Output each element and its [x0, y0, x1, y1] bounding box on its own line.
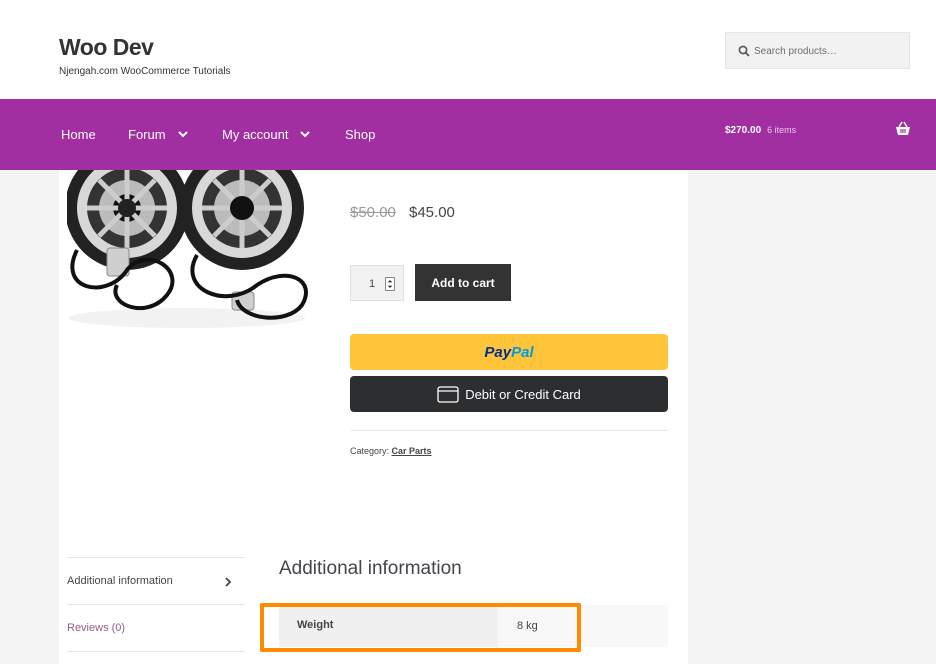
- sale-price: $45.00: [409, 204, 455, 221]
- product-category: Category: Car Parts: [350, 446, 432, 456]
- search-input[interactable]: [754, 42, 904, 60]
- category-link[interactable]: Car Parts: [392, 446, 432, 456]
- nav-item-home[interactable]: Home: [61, 99, 96, 170]
- tab-divider: [67, 651, 245, 652]
- section-title: Additional information: [279, 558, 462, 579]
- nav-item-my-account[interactable]: My account: [222, 99, 311, 170]
- site-description: Njengah.com WooCommerce Tutorials: [59, 66, 231, 77]
- tab-reviews[interactable]: Reviews (0): [67, 622, 125, 634]
- cart-count: 6 items: [767, 125, 797, 135]
- credit-card-icon: [437, 385, 459, 403]
- nav-item-forum[interactable]: Forum: [128, 99, 188, 170]
- nav-item-label: Shop: [345, 127, 376, 142]
- main-navigation: Home Forum My account Shop $270.00 6 ite…: [0, 99, 936, 170]
- nav-item-label: Forum: [128, 127, 166, 142]
- spinner-arrows-icon[interactable]: [385, 277, 395, 291]
- tab-divider: [67, 604, 245, 605]
- category-label: Category:: [350, 446, 392, 456]
- chevron-down-icon: [177, 131, 188, 138]
- card-button-label: Debit or Credit Card: [465, 386, 581, 402]
- product-image[interactable]: [67, 170, 313, 334]
- search-icon: [738, 45, 750, 57]
- paypal-logo-pal: Pal: [511, 343, 534, 361]
- chevron-right-icon: [225, 577, 232, 587]
- basket-icon[interactable]: [895, 121, 911, 137]
- nav-item-label: Home: [61, 127, 96, 142]
- regular-price: $50.00: [350, 204, 396, 221]
- nav-item-label: My account: [222, 127, 289, 142]
- divider: [350, 430, 668, 431]
- nav-item-shop[interactable]: Shop: [345, 99, 375, 170]
- header-cart[interactable]: $270.00 6 items: [725, 99, 796, 161]
- cart-total: $270.00: [725, 124, 762, 136]
- tab-additional-information[interactable]: Additional information: [67, 575, 173, 587]
- add-to-cart-button[interactable]: Add to cart: [415, 264, 511, 301]
- search-box[interactable]: [725, 32, 910, 69]
- site-title[interactable]: Woo Dev: [59, 34, 154, 61]
- paypal-logo-pay: Pay: [484, 343, 512, 361]
- quantity-stepper[interactable]: [350, 265, 404, 301]
- tab-divider: [67, 557, 245, 558]
- debit-credit-card-button[interactable]: Debit or Credit Card: [350, 376, 668, 412]
- highlight-box: [260, 603, 581, 652]
- site-header: Woo Dev Njengah.com WooCommerce Tutorial…: [0, 0, 936, 99]
- chevron-down-icon: [300, 131, 311, 138]
- quantity-input[interactable]: [359, 275, 385, 293]
- paypal-button[interactable]: Pay Pal: [350, 334, 668, 370]
